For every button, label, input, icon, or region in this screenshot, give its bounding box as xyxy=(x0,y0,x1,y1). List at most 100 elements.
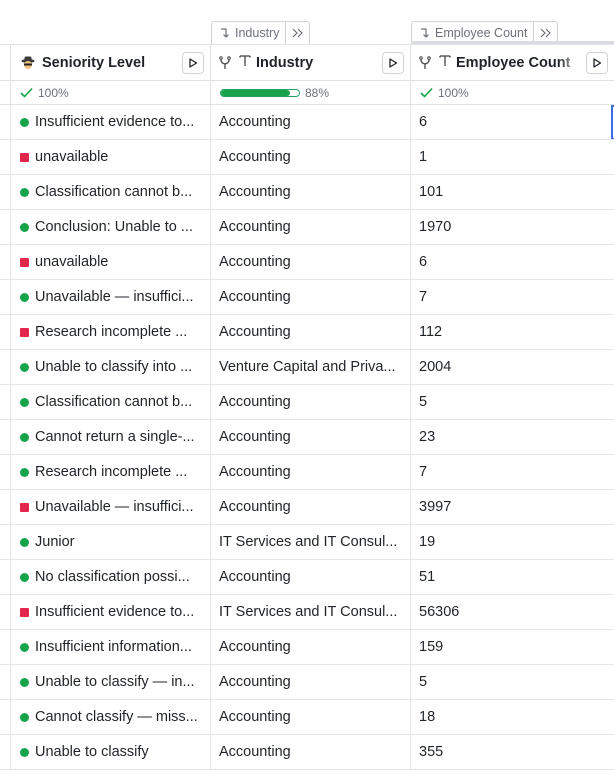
cell-text: Research incomplete ... xyxy=(35,464,188,480)
table-row[interactable]: Unavailable — insuffici... Accounting 3997 xyxy=(0,490,614,525)
table-row[interactable]: Unable to classify — in... Accounting 5 xyxy=(0,665,614,700)
run-column-button[interactable] xyxy=(586,52,608,74)
cell-employee-count[interactable]: 101 xyxy=(411,175,614,209)
cell-seniority[interactable]: unavailable xyxy=(11,245,211,279)
cell-seniority[interactable]: Research incomplete ... xyxy=(11,455,211,489)
cell-employee-count[interactable]: 6 xyxy=(411,245,614,279)
cell-industry[interactable]: Accounting xyxy=(211,385,411,419)
cell-seniority[interactable]: Junior xyxy=(11,525,211,559)
cell-industry[interactable]: Accounting xyxy=(211,735,411,769)
cell-employee-count[interactable]: 355 xyxy=(411,735,614,769)
cell-industry[interactable]: Accounting xyxy=(211,700,411,734)
cell-industry[interactable]: Accounting xyxy=(211,280,411,314)
column-header-seniority[interactable]: Seniority Level xyxy=(11,45,211,80)
cell-seniority[interactable]: Unable to classify xyxy=(11,735,211,769)
corner-arrow-icon xyxy=(421,28,429,38)
cell-industry[interactable]: IT Services and IT Consul... xyxy=(211,525,411,559)
cell-industry[interactable]: Venture Capital and Priva... xyxy=(211,350,411,384)
run-column-button[interactable] xyxy=(382,52,404,74)
table-row[interactable]: Research incomplete ... Accounting 112 xyxy=(0,315,614,350)
row-gutter xyxy=(0,700,11,734)
cell-employee-count[interactable]: 2004 xyxy=(411,350,614,384)
cell-industry[interactable]: Accounting xyxy=(211,455,411,489)
table-row[interactable]: Cannot classify — miss... Accounting 18 xyxy=(0,700,614,735)
cell-employee-count[interactable]: 5 xyxy=(411,385,614,419)
table-row[interactable]: Unable to classify Accounting 355 xyxy=(0,735,614,770)
cell-industry[interactable]: Accounting xyxy=(211,105,411,139)
cell-employee-count[interactable]: 19 xyxy=(411,525,614,559)
table-row[interactable]: No classification possi... Accounting 51 xyxy=(0,560,614,595)
table-row[interactable]: unavailable Accounting 1 xyxy=(0,140,614,175)
merge-icon xyxy=(219,55,231,69)
column-header-employee-count[interactable]: Employee Count xyxy=(411,45,614,80)
cell-seniority[interactable]: Unavailable — insuffici... xyxy=(11,280,211,314)
cell-employee-count[interactable]: 51 xyxy=(411,560,614,594)
cell-seniority[interactable]: Insufficient evidence to... xyxy=(11,105,211,139)
table-row[interactable]: Classification cannot b... Accounting 101 xyxy=(0,175,614,210)
status-ok-icon xyxy=(20,432,29,442)
table-row[interactable]: unavailable Accounting 6 xyxy=(0,245,614,280)
cell-seniority[interactable]: Unable to classify — in... xyxy=(11,665,211,699)
cell-industry[interactable]: IT Services and IT Consul... xyxy=(211,595,411,629)
cell-employee-count[interactable]: 1970 xyxy=(411,210,614,244)
cell-text: Unavailable — insuffici... xyxy=(35,499,194,515)
cell-industry[interactable]: Accounting xyxy=(211,175,411,209)
cell-seniority[interactable]: Unable to classify into ... xyxy=(11,350,211,384)
cell-seniority[interactable]: Conclusion: Unable to ... xyxy=(11,210,211,244)
cell-industry[interactable]: Accounting xyxy=(211,630,411,664)
cell-employee-count[interactable]: 7 xyxy=(411,280,614,314)
table-row[interactable]: Insufficient evidence to... Accounting 6 xyxy=(0,105,614,140)
table-row[interactable]: Insufficient evidence to... IT Services a… xyxy=(0,595,614,630)
table-row[interactable]: Unable to classify into ... Venture Capit… xyxy=(0,350,614,385)
table-row[interactable]: Classification cannot b... Accounting 5 xyxy=(0,385,614,420)
status-ok-icon xyxy=(20,747,29,757)
cell-industry[interactable]: Accounting xyxy=(211,245,411,279)
table-row[interactable]: Research incomplete ... Accounting 7 xyxy=(0,455,614,490)
column-header-industry[interactable]: Industry xyxy=(211,45,411,80)
table-row[interactable]: Cannot return a single-... Accounting 23 xyxy=(0,420,614,455)
cell-seniority[interactable]: Insufficient information... xyxy=(11,630,211,664)
cell-employee-count[interactable]: 1 xyxy=(411,140,614,174)
cell-employee-count[interactable]: 5 xyxy=(411,665,614,699)
cell-seniority[interactable]: No classification possi... xyxy=(11,560,211,594)
cell-text: Insufficient evidence to... xyxy=(35,114,195,130)
cell-seniority[interactable]: Research incomplete ... xyxy=(11,315,211,349)
run-column-button[interactable] xyxy=(182,52,204,74)
row-gutter xyxy=(0,280,11,314)
cell-employee-count[interactable]: 112 xyxy=(411,315,614,349)
cell-seniority[interactable]: Unavailable — insuffici... xyxy=(11,490,211,524)
cell-employee-count[interactable]: 56306 xyxy=(411,595,614,629)
cell-industry[interactable]: Accounting xyxy=(211,665,411,699)
table-row[interactable]: Junior IT Services and IT Consul... 19 xyxy=(0,525,614,560)
cell-seniority[interactable]: Insufficient evidence to... xyxy=(11,595,211,629)
cell-industry[interactable]: Accounting xyxy=(211,210,411,244)
cell-employee-count[interactable]: 18 xyxy=(411,700,614,734)
cell-text: Conclusion: Unable to ... xyxy=(35,219,193,235)
status-ok-icon xyxy=(20,362,29,372)
table-row[interactable]: Insufficient information... Accounting 159 xyxy=(0,630,614,665)
table-row[interactable]: Conclusion: Unable to ... Accounting 1970 xyxy=(0,210,614,245)
expand-icon[interactable] xyxy=(285,22,309,44)
cell-seniority[interactable]: Cannot return a single-... xyxy=(11,420,211,454)
cell-industry[interactable]: Accounting xyxy=(211,140,411,174)
cell-text: 112 xyxy=(419,324,443,340)
table-row[interactable]: Unavailable — insuffici... Accounting 7 xyxy=(0,280,614,315)
cell-employee-count[interactable]: 23 xyxy=(411,420,614,454)
cell-industry[interactable]: Accounting xyxy=(211,420,411,454)
cell-seniority[interactable]: Classification cannot b... xyxy=(11,385,211,419)
cell-employee-count[interactable]: 7 xyxy=(411,455,614,489)
group-tab-industry[interactable]: Industry xyxy=(211,21,311,44)
cell-employee-count[interactable]: 159 xyxy=(411,630,614,664)
cell-text: Unable to classify — in... xyxy=(35,674,195,690)
cell-industry[interactable]: Accounting xyxy=(211,315,411,349)
cell-text: Unavailable — insuffici... xyxy=(35,289,194,305)
cell-seniority[interactable]: Cannot classify — miss... xyxy=(11,700,211,734)
cell-seniority[interactable]: unavailable xyxy=(11,140,211,174)
cell-text: Accounting xyxy=(219,289,291,305)
cell-industry[interactable]: Accounting xyxy=(211,490,411,524)
cell-seniority[interactable]: Classification cannot b... xyxy=(11,175,211,209)
corner-arrow-icon xyxy=(221,28,229,38)
cell-employee-count[interactable]: 3997 xyxy=(411,490,614,524)
cell-employee-count[interactable]: 6 xyxy=(411,105,614,139)
cell-industry[interactable]: Accounting xyxy=(211,560,411,594)
